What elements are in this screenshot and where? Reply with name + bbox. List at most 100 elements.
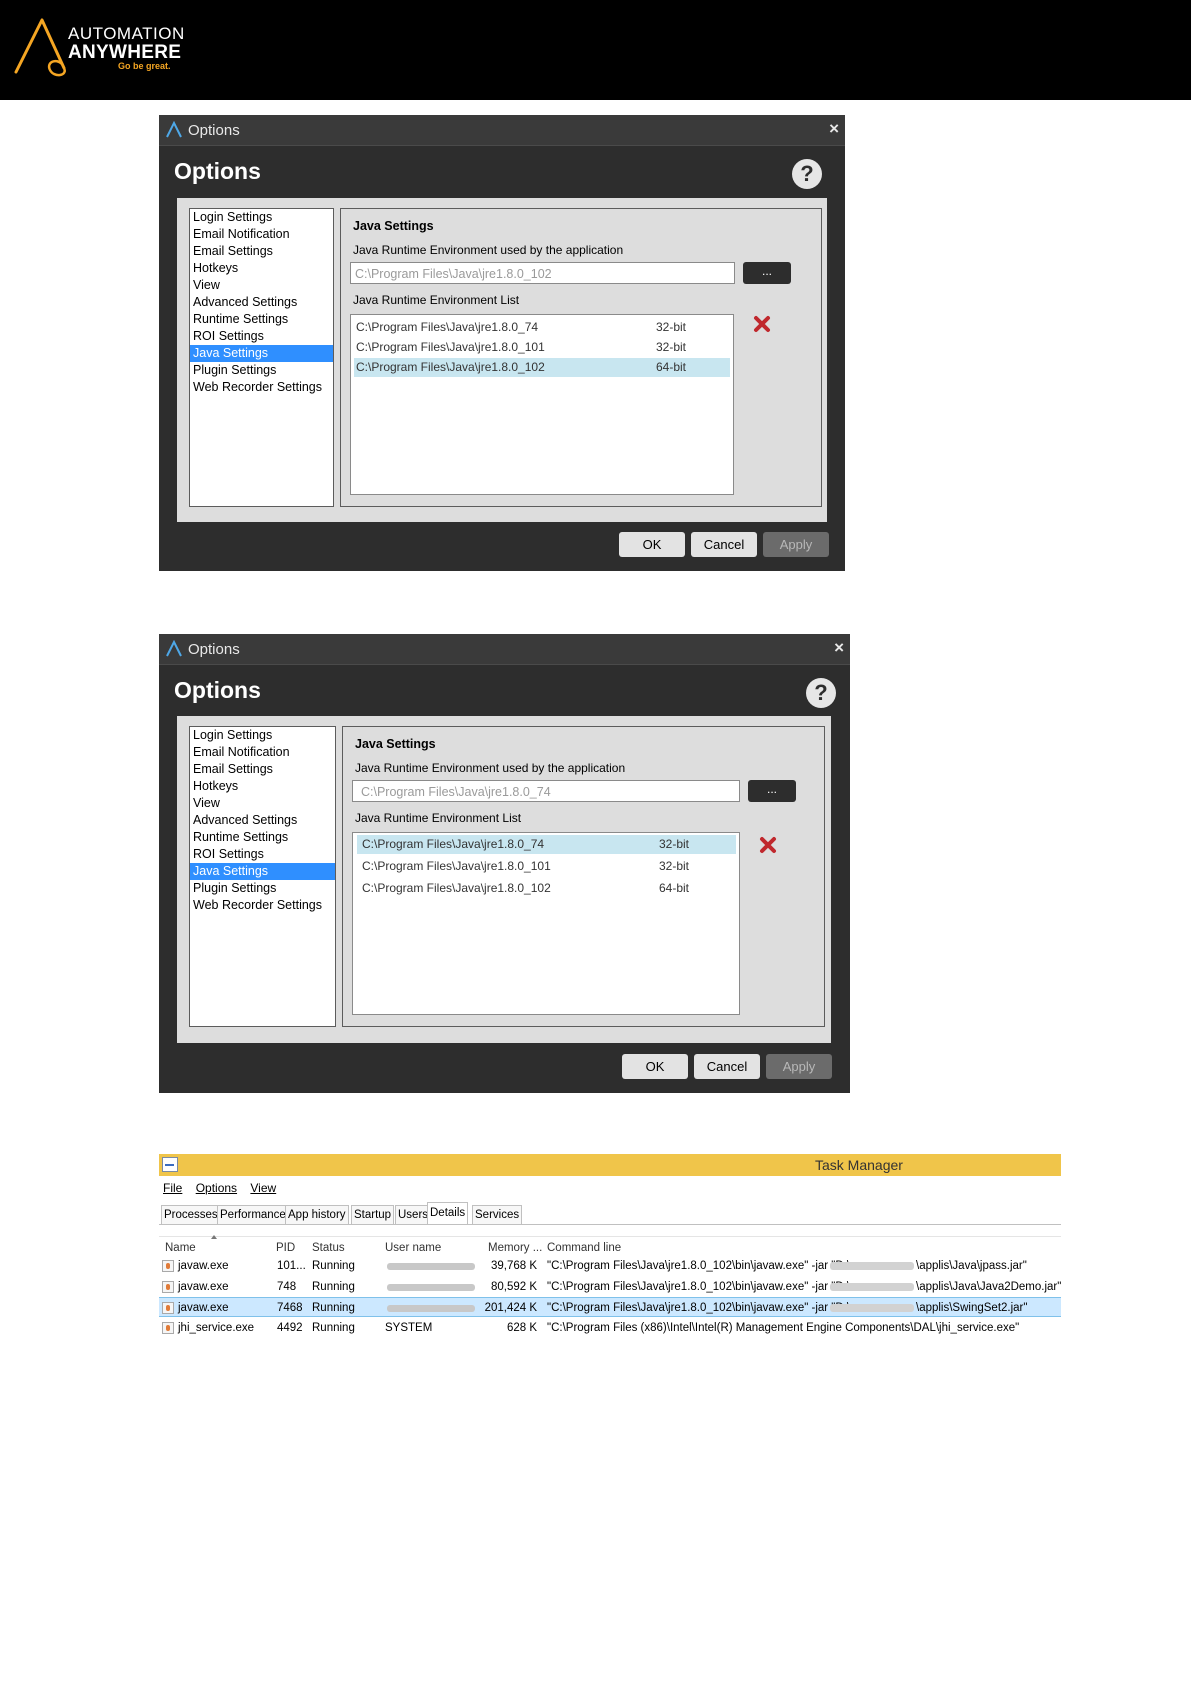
dialog-titlebar[interactable]: Options × (159, 115, 845, 146)
col-status[interactable]: Status (312, 1242, 345, 1254)
nav-item-login-settings[interactable]: Login Settings (190, 727, 335, 744)
jre-list-row[interactable]: C:\Program Files\Java\jre1.8.0_74 32-bit (357, 835, 736, 854)
logo-line1: AUTOMATION (68, 24, 185, 43)
tab-details[interactable]: Details (427, 1202, 469, 1225)
jre-used-field[interactable]: C:\Program Files\Java\jre1.8.0_102 (350, 262, 735, 284)
nav-item-java-settings[interactable]: Java Settings (190, 345, 333, 362)
jre-path: C:\Program Files\Java\jre1.8.0_102 (362, 881, 551, 895)
delete-icon[interactable] (753, 315, 771, 333)
process-status: Running (312, 1260, 355, 1272)
jre-bitness: 32-bit (656, 340, 687, 354)
close-icon[interactable]: × (834, 638, 844, 658)
jre-bitness: 64-bit (659, 881, 690, 895)
process-pid: 4492 (277, 1321, 303, 1334)
jre-bitness: 32-bit (659, 837, 690, 851)
java-settings-panel: Java Settings Java Runtime Environment u… (342, 726, 825, 1027)
redacted-path (830, 1304, 914, 1312)
jre-path: C:\Program Files\Java\jre1.8.0_101 (356, 340, 545, 354)
process-name: jhi_service.exe (178, 1321, 255, 1334)
col-pid[interactable]: PID (276, 1242, 295, 1254)
ok-button[interactable]: OK (622, 1054, 688, 1079)
redacted-path (830, 1262, 914, 1270)
nav-item-roi-settings[interactable]: ROI Settings (190, 328, 333, 345)
browse-button[interactable]: ... (743, 262, 791, 284)
settings-nav-list: Login Settings Email Notification Email Se… (189, 208, 334, 507)
jre-list-row[interactable]: C:\Program Files\Java\jre1.8.0_74 32-bit (354, 318, 730, 337)
process-row[interactable]: javaw.exe 748 Running 80,592 K "C:\Program F… (159, 1277, 1061, 1297)
redacted-username (387, 1305, 475, 1312)
options-dialog-1: Options × Options ? Login Settings Email … (159, 115, 845, 571)
nav-item-email-notification[interactable]: Email Notification (190, 744, 335, 761)
col-username[interactable]: User name (385, 1242, 441, 1254)
process-pid: 748 (277, 1280, 297, 1293)
nav-item-view[interactable]: View (190, 795, 335, 812)
process-memory: 39,768 K (490, 1260, 537, 1272)
nav-item-email-settings[interactable]: Email Settings (190, 243, 333, 260)
dialog-titlebar[interactable]: Options × (159, 634, 850, 665)
nav-item-web-recorder-settings[interactable]: Web Recorder Settings (190, 897, 335, 914)
task-manager-titlebar[interactable]: Task Manager (159, 1154, 1061, 1176)
nav-item-email-notification[interactable]: Email Notification (190, 226, 333, 243)
col-memory[interactable]: Memory ... (488, 1242, 542, 1254)
apply-button[interactable]: Apply (763, 532, 829, 557)
tab-performance[interactable]: Performance (217, 1205, 289, 1224)
nav-item-advanced-settings[interactable]: Advanced Settings (190, 812, 335, 829)
process-row[interactable]: javaw.exe 101... Running 39,768 K "C:\Progra… (159, 1256, 1061, 1276)
nav-item-plugin-settings[interactable]: Plugin Settings (190, 362, 333, 379)
jre-path: C:\Program Files\Java\jre1.8.0_74 (362, 837, 545, 851)
close-icon[interactable]: × (829, 119, 839, 139)
process-row[interactable]: javaw.exe 7468 Running 201,424 K "C:\Program… (159, 1297, 1061, 1317)
window-title: Options (188, 641, 240, 658)
window-title: Options (188, 122, 240, 139)
process-icon (162, 1280, 174, 1293)
jre-list-row[interactable]: C:\Program Files\Java\jre1.8.0_102 64-bit (357, 879, 736, 898)
jre-list[interactable]: C:\Program Files\Java\jre1.8.0_74 32-bit C… (352, 832, 740, 1015)
nav-item-web-recorder-settings[interactable]: Web Recorder Settings (190, 379, 333, 396)
nav-item-runtime-settings[interactable]: Runtime Settings (190, 829, 335, 846)
cancel-button[interactable]: Cancel (691, 532, 757, 557)
app-logo-icon (166, 121, 182, 138)
delete-icon[interactable] (759, 836, 777, 854)
menu-view[interactable]: View (250, 1181, 276, 1195)
ok-button[interactable]: OK (619, 532, 685, 557)
tab-services[interactable]: Services (472, 1205, 523, 1224)
jre-path: C:\Program Files\Java\jre1.8.0_74 (356, 320, 539, 334)
apply-button[interactable]: Apply (766, 1054, 832, 1079)
jre-list-row[interactable]: C:\Program Files\Java\jre1.8.0_101 32-bit (354, 338, 730, 357)
process-row[interactable]: jhi_service.exe 4492 Running SYSTEM 628 K "C:… (159, 1318, 1061, 1338)
tab-startup[interactable]: Startup (351, 1205, 395, 1224)
nav-item-login-settings[interactable]: Login Settings (190, 209, 333, 226)
help-icon[interactable]: ? (792, 159, 822, 189)
nav-item-hotkeys[interactable]: Hotkeys (190, 260, 333, 277)
tab-processes[interactable]: Processes (161, 1205, 221, 1224)
nav-item-runtime-settings[interactable]: Runtime Settings (190, 311, 333, 328)
jre-list-row[interactable]: C:\Program Files\Java\jre1.8.0_101 32-bit (357, 857, 736, 876)
browse-button[interactable]: ... (748, 780, 796, 802)
menu-file[interactable]: File (163, 1181, 182, 1195)
nav-item-view[interactable]: View (190, 277, 333, 294)
process-status: Running (312, 1302, 355, 1314)
nav-item-java-settings[interactable]: Java Settings (190, 863, 335, 880)
nav-item-advanced-settings[interactable]: Advanced Settings (190, 294, 333, 311)
tab-users[interactable]: Users (395, 1205, 432, 1224)
nav-item-hotkeys[interactable]: Hotkeys (190, 778, 335, 795)
nav-item-roi-settings[interactable]: ROI Settings (190, 846, 335, 863)
help-icon[interactable]: ? (806, 678, 836, 708)
command-line-tail: \applis\Java\Java2Demo.jar" (916, 1280, 1061, 1293)
nav-item-plugin-settings[interactable]: Plugin Settings (190, 880, 335, 897)
jre-list-row[interactable]: C:\Program Files\Java\jre1.8.0_102 64-bit (354, 358, 730, 377)
process-pid: 101... (277, 1260, 306, 1272)
jre-used-field[interactable]: C:\Program Files\Java\jre1.8.0_74 (352, 780, 740, 802)
page-header: AUTOMATION ANYWHERE Go be great. (0, 0, 1191, 100)
jre-bitness: 32-bit (656, 320, 687, 334)
nav-item-email-settings[interactable]: Email Settings (190, 761, 335, 778)
cancel-button[interactable]: Cancel (694, 1054, 760, 1079)
col-name[interactable]: Name (165, 1242, 196, 1254)
tab-app-history[interactable]: App history (285, 1205, 349, 1224)
jre-list[interactable]: C:\Program Files\Java\jre1.8.0_74 32-bit C… (350, 314, 734, 495)
jre-bitness: 64-bit (656, 360, 687, 374)
settings-nav-list: Login Settings Email Notification Email Se… (189, 726, 336, 1027)
menu-options[interactable]: Options (196, 1181, 237, 1195)
col-command-line[interactable]: Command line (547, 1242, 621, 1254)
jre-list-label: Java Runtime Environment List (353, 293, 520, 307)
